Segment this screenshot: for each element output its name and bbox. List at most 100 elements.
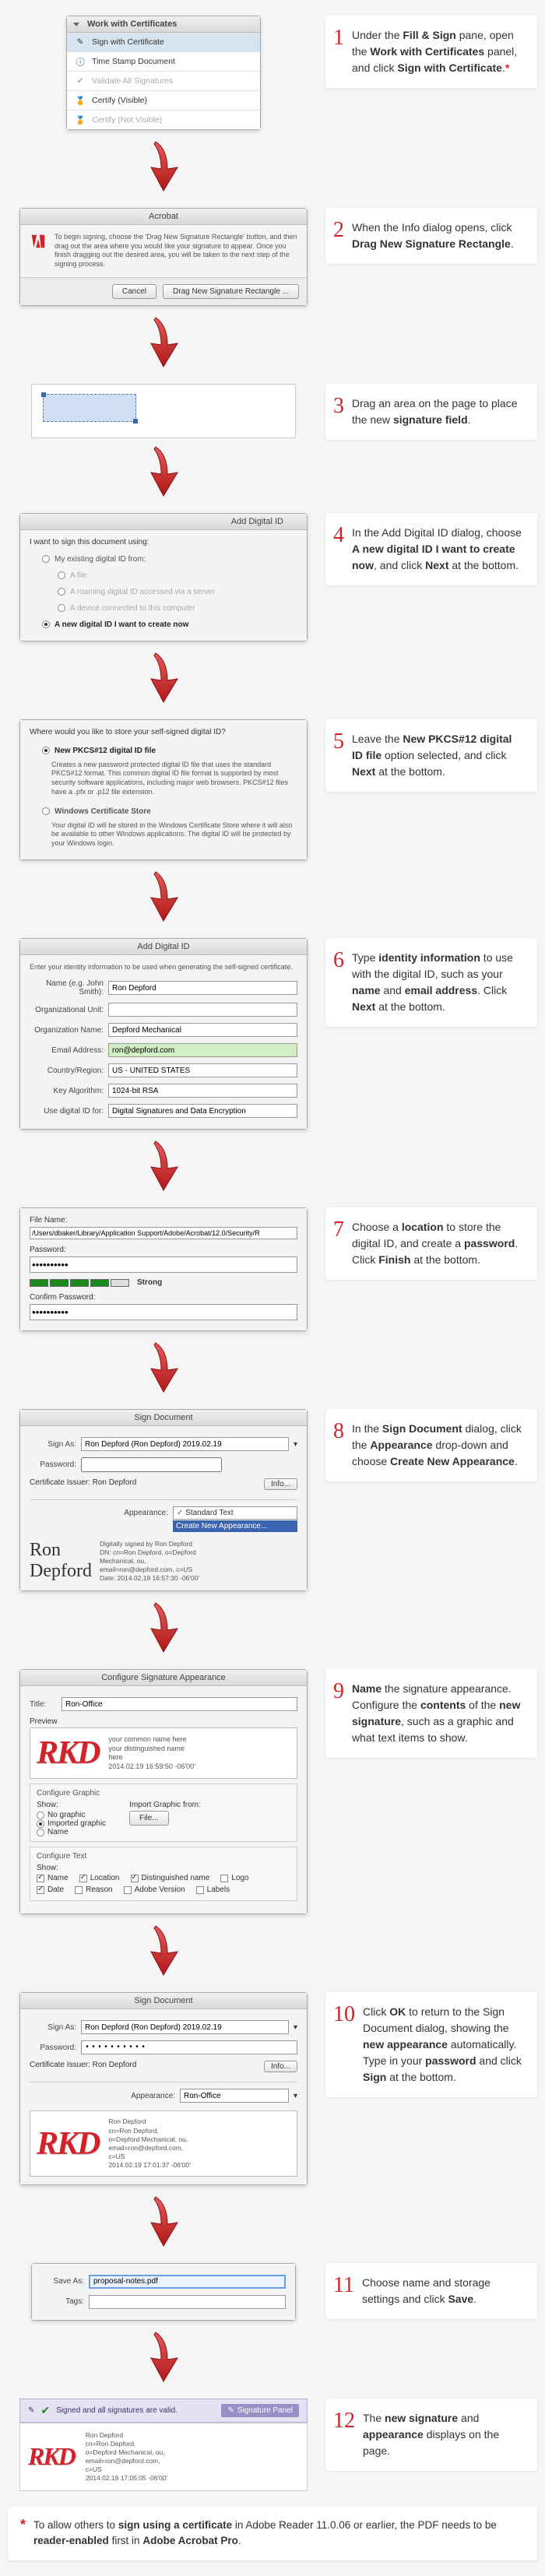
pen-icon: ✎ [75,37,86,47]
step-7-text: 7 Choose a location to store the digital… [325,1207,537,1280]
password-label: Password: [30,1246,297,1254]
step-3-desc: Drag an area on the page to place the ne… [352,395,526,428]
radio-new-id[interactable]: A new digital ID I want to create now [30,617,297,633]
password-input[interactable] [30,1256,297,1273]
identity-prompt: Enter your identity information to be us… [30,963,297,977]
step-8-desc: In the Sign Document dialog, click the A… [352,1421,526,1470]
drag-selection [43,394,136,422]
password-final-input[interactable] [81,2040,297,2054]
arrow-icon [140,649,187,704]
country-select[interactable] [108,1063,297,1077]
unit-input[interactable] [108,1003,297,1017]
appearance-final-select[interactable] [180,2089,289,2103]
chk-labels[interactable]: Labels [196,1885,230,1894]
import-file-button[interactable]: File... [129,1811,168,1826]
radio-roaming: A roaming digital ID accessed via a serv… [30,584,297,600]
signature-preview-name: Ron Depford [30,1540,92,1583]
cancel-button[interactable]: Cancel [112,284,156,299]
tags-input[interactable] [89,2295,286,2309]
step-8-text: 8 In the Sign Document dialog, click the… [325,1409,537,1481]
chk-name[interactable]: Name [37,1874,69,1882]
appearance-title-input[interactable] [62,1697,297,1711]
chk-location[interactable]: Location [79,1874,120,1882]
confirm-label: Confirm Password: [30,1293,297,1302]
sign-with-certificate-item[interactable]: ✎ Sign with Certificate [67,33,260,52]
pen-icon: ✎ [227,2406,234,2415]
radio-no-graphic[interactable]: No graphic [37,1811,106,1819]
info-button-final[interactable]: Info... [264,2061,297,2072]
prompt-text: Where would you like to store your self-… [30,728,297,743]
arrow-icon [140,2193,187,2247]
name-input[interactable] [108,981,297,995]
step-7-desc: Choose a location to store the digital I… [352,1219,526,1268]
signature-panel-button[interactable]: ✎Signature Panel [221,2404,299,2417]
confirm-password-input[interactable] [30,1304,297,1320]
radio-windows-store[interactable]: Windows Certificate Store [30,803,297,820]
chk-logo[interactable]: Logo [220,1874,248,1882]
ribbon-outline-icon: 🏅 [75,114,86,125]
info-button[interactable]: Info... [264,1478,297,1490]
chk-dn[interactable]: Distinguished name [131,1874,210,1882]
step-5-desc: Leave the New PKCS#12 digital ID file op… [352,731,526,780]
arrow-icon [140,1339,187,1393]
arrow-icon [140,1137,187,1192]
create-appearance-option[interactable]: Create New Appearance... [173,1520,297,1532]
issuer-final: Certificate Issuer: Ron Depford [30,2061,136,2072]
key-select[interactable] [108,1084,297,1098]
certify-visible-item[interactable]: 🏅 Certify (Visible) [67,91,260,111]
step-9-text: 9 Name the signature appearance. Configu… [325,1669,537,1758]
strength-meter [30,1279,129,1287]
validate-icon: ✔ [75,76,86,86]
chk-version[interactable]: Adobe Version [124,1885,185,1894]
signature-valid-bar: ✎ ✔ Signed and all signatures are valid.… [19,2399,308,2423]
rkd-graphic-result: RKD [28,2442,75,2471]
email-input[interactable] [108,1043,297,1057]
signas-select-final[interactable] [81,2020,289,2034]
arrow-icon [140,443,187,497]
winstore-desc: Your digital ID will be stored in the Wi… [30,820,297,852]
radio-imported-graphic[interactable]: Imported graphic [37,1819,106,1828]
strength-text: Strong [137,1278,162,1287]
ribbon-icon: 🏅 [75,95,86,106]
save-as-input[interactable] [89,2275,286,2289]
step-10-text: 10 Click OK to return to the Sign Docume… [325,1992,537,2097]
signature-preview-detail: Digitally signed by Ron Depford DN: cn=R… [100,1540,199,1583]
rkd-graphic-final: RKD [37,2125,99,2163]
file-path-input[interactable] [30,1227,297,1239]
save-dialog: Save As: Tags: [31,2263,296,2321]
use-select[interactable] [108,1104,297,1118]
radio-name-graphic[interactable]: Name [37,1828,106,1836]
timestamp-item[interactable]: 🕔 Time Stamp Document [67,52,260,72]
store-id-dialog: Where would you like to store your self-… [19,719,308,860]
rkd-graphic: RKD [37,1734,99,1772]
radio-existing[interactable]: My existing digital ID from: [30,551,297,568]
radio-file: A file [30,568,297,584]
signas-select[interactable] [81,1437,289,1451]
signature-drag-area[interactable] [31,384,296,438]
step-4-text: 4 In the Add Digital ID dialog, choose A… [325,513,537,585]
step-3-text: 3 Drag an area on the page to place the … [325,384,537,440]
pkcs12-desc: Creates a new password protected digital… [30,759,297,803]
step-6-text: 6 Type identity information to use with … [325,938,537,1027]
radio-pkcs12[interactable]: New PKCS#12 digital ID file [30,743,297,759]
info-dialog: Acrobat To begin signing, choose the 'Dr… [19,208,308,306]
step-4-desc: In the Add Digital ID dialog, choose A n… [352,525,526,574]
step-5-text: 5 Leave the New PKCS#12 digital ID file … [325,719,537,792]
step-9-desc: Name the signature appearance. Configure… [352,1681,526,1746]
step-1-desc: Under the Fill & Sign pane, open the Wor… [352,27,526,76]
text-section-title: Configure Text [37,1852,290,1861]
radio-device: A device connected to this computer [30,600,297,617]
sign-document-final-dialog: Sign Document Sign As:▾ Password: Certif… [19,1992,308,2184]
chk-date[interactable]: Date [37,1885,64,1894]
org-input[interactable] [108,1023,297,1037]
step-2-desc: When the Info dialog opens, click Drag N… [352,220,526,252]
footnote-text: To allow others to sign using a certific… [33,2518,525,2550]
arrow-icon [140,2328,187,2383]
prompt-text: I want to sign this document using: [30,538,297,551]
drag-rectangle-button[interactable]: Drag New Signature Rectangle ... [163,284,299,299]
step-10-desc: Click OK to return to the Sign Document … [363,2004,526,2086]
sign-password-input[interactable] [81,1457,222,1472]
footnote: * To allow others to sign using a certif… [8,2507,537,2560]
chk-reason[interactable]: Reason [75,1885,112,1894]
arrow-icon [140,314,187,368]
